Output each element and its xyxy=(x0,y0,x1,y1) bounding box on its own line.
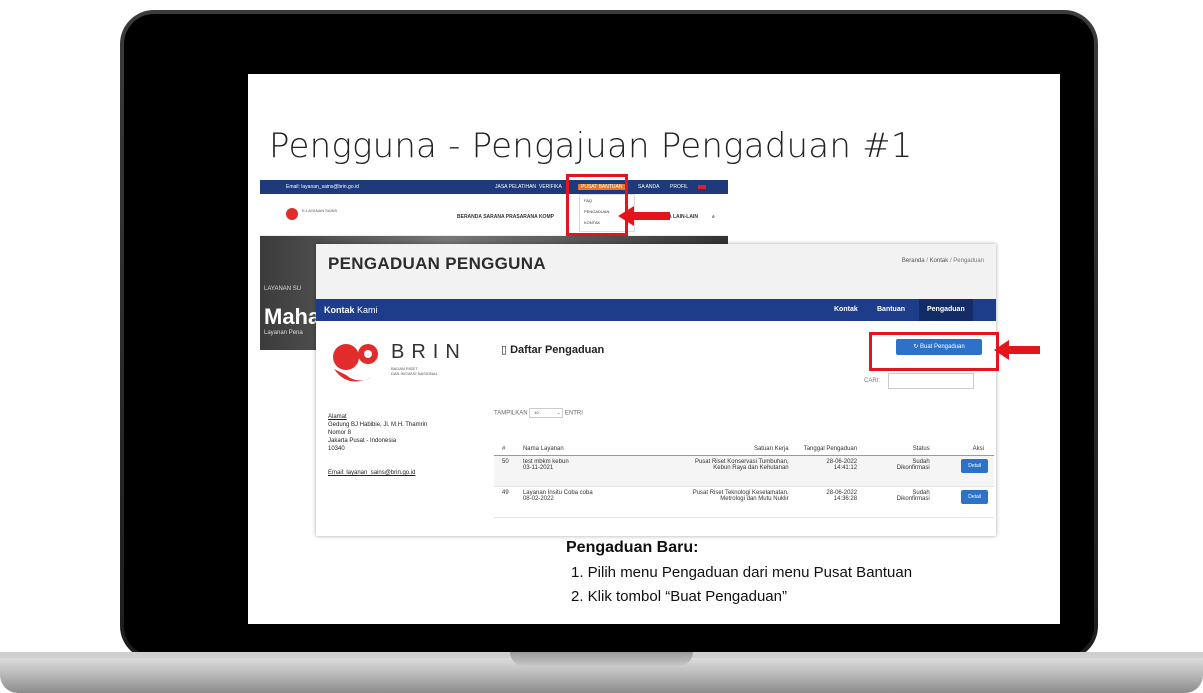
hero-label: LAYANAN SU xyxy=(264,286,302,292)
column-header[interactable]: Tanggal Pengaduan xyxy=(790,427,860,456)
cell-tanggal: 28-06-2022 14:41:12 xyxy=(790,455,860,487)
bluebar-title: Kontak Kami xyxy=(324,305,378,315)
address-line: Gedung BJ Habibie, Jl. M.H. Thamrin xyxy=(328,422,428,428)
table-row: 49 Layanan Insitu Coba coba 08-02-2022 P… xyxy=(494,486,994,518)
list-title-text: Daftar Pengaduan xyxy=(510,344,605,356)
tab-pengaduan[interactable]: Pengaduan xyxy=(919,299,973,321)
clipboard-icon: ▯ xyxy=(501,344,511,356)
cell-satuan: Pusat Riset Konservasi Tumbuhan, Kebun R… xyxy=(635,455,791,487)
cell-nama-date: 03-11-2021 xyxy=(522,464,554,471)
address-block: Alamat Gedung BJ Habibie, Jl. M.H. Thamr… xyxy=(328,413,427,453)
laptop-notch xyxy=(510,652,693,666)
cell-tanggal-time: 14:36:28 xyxy=(833,495,858,502)
cell-satuan-line: Kebun Raya dan Kehutanan xyxy=(713,464,789,471)
flag-icon[interactable] xyxy=(698,185,706,189)
page-header: PENGADUAN PENGGUNA Beranda / Kontak / Pe… xyxy=(316,244,996,299)
column-header[interactable]: Status xyxy=(859,427,932,456)
highlight-box-menu xyxy=(566,174,628,236)
search-icon[interactable]: ⌕ xyxy=(712,214,715,220)
column-header[interactable]: # xyxy=(494,427,521,456)
site-menu-left[interactable]: BERANDA SARANA PRASARANA KOMP xyxy=(457,214,554,220)
table-header-row: # Nama Layanan Satuan Kerja Tanggal Peng… xyxy=(494,427,994,456)
breadcrumb-beranda[interactable]: Beranda xyxy=(902,258,925,264)
instruction-item: 1. Pilih menu Pengaduan dari menu Pusat … xyxy=(571,564,913,581)
cell-satuan-line: Metrologi dan Mutu Nuklir xyxy=(720,495,789,502)
instructions-title: Pengaduan Baru: xyxy=(566,539,699,556)
site-logo-icon xyxy=(286,208,298,220)
site-topbar-item[interactable]: SA ANDA xyxy=(638,184,659,190)
cell-nama: Layanan Insitu Coba coba 08-02-2022 xyxy=(520,486,636,518)
tampilkan-label: TAMPILKAN xyxy=(494,410,528,417)
breadcrumb: Beranda / Kontak / Pengaduan xyxy=(901,258,984,264)
entri-label: ENTRI xyxy=(564,410,583,417)
page-bluebar: Kontak Kami Kontak Bantuan Pengaduan xyxy=(316,299,996,321)
cell-satuan: Pusat Riset Teknologi Keselamatan, Metro… xyxy=(635,486,791,518)
brin-wordmark: BRIN xyxy=(391,341,467,363)
contact-email[interactable]: Email: layanan_sains@brin.go.id xyxy=(328,470,415,476)
cell-aksi: Detail xyxy=(931,486,994,518)
detail-button[interactable]: Detail xyxy=(961,489,988,504)
site-topbar-item[interactable]: JASA PELATIHAN xyxy=(495,184,536,190)
cell-tanggal: 28-06-2022 14:36:28 xyxy=(790,486,860,518)
cell-no: 50 xyxy=(494,455,521,487)
highlight-box-button xyxy=(869,332,999,371)
site-topbar-email: Email: layanan_sains@brin.go.id xyxy=(286,184,359,190)
entries-select[interactable]: 10 ⌄ xyxy=(529,408,564,418)
cell-nama: test mbkm kebun 03-11-2021 xyxy=(520,455,636,487)
address-line: Nomor 8 xyxy=(328,430,352,436)
entries-value: 10 xyxy=(534,410,539,415)
tab-kontak[interactable]: Kontak xyxy=(834,306,858,313)
brin-subtitle-line: DAN INOVASI NASIONAL xyxy=(391,371,438,376)
list-title: ▯ Daftar Pengaduan xyxy=(501,343,604,356)
page-title: PENGADUAN PENGGUNA xyxy=(328,254,546,273)
search-label: CARI: xyxy=(864,378,881,384)
breadcrumb-pengaduan: Pengaduan xyxy=(953,258,984,264)
brin-logo-icon xyxy=(333,344,378,382)
site-topbar-item[interactable]: VERIFIKA xyxy=(539,184,562,190)
breadcrumb-kontak[interactable]: Kontak xyxy=(930,258,949,264)
site-logo-text: E-LAYANAN SAINS xyxy=(302,208,338,213)
slide-title: Pengguna - Pengajuan Pengaduan #1 xyxy=(269,126,913,166)
brin-subtitle: BADAN RISET DAN INOVASI NASIONAL xyxy=(391,366,438,376)
cell-status-line: Dikonfirmasi xyxy=(896,495,930,502)
detail-button[interactable]: Detail xyxy=(961,458,988,473)
instruction-item: 2. Klik tombol “Buat Pengaduan” xyxy=(571,588,787,605)
pengaduan-table: # Nama Layanan Satuan Kerja Tanggal Peng… xyxy=(494,427,994,518)
site-topbar: Email: layanan_sains@brin.go.id JASA PEL… xyxy=(260,180,728,194)
hero-title: Maha xyxy=(264,304,321,329)
cell-tanggal-time: 14:41:12 xyxy=(833,464,858,471)
bluebar-title-bold: Kontak xyxy=(324,305,355,315)
table-row: 50 test mbkm kebun 03-11-2021 Pusat Rise… xyxy=(494,455,994,487)
laptop-base xyxy=(0,652,1203,693)
contact-sidebar: BRIN BADAN RISET DAN INOVASI NASIONAL Al… xyxy=(316,321,486,536)
slide: Pengguna - Pengajuan Pengaduan #1 Email:… xyxy=(248,74,1060,624)
arrow-left-icon xyxy=(618,206,670,226)
cell-status-line: Dikonfirmasi xyxy=(896,464,930,471)
hero-subtitle: Layanan Pena xyxy=(264,330,303,336)
address-line: Jakarta Pusat - Indonesia xyxy=(328,438,397,444)
tab-bantuan[interactable]: Bantuan xyxy=(877,306,905,313)
pengaduan-page: PENGADUAN PENGGUNA Beranda / Kontak / Pe… xyxy=(316,244,996,536)
address-label: Alamat xyxy=(328,414,347,420)
site-topbar-item[interactable]: PROFIL xyxy=(670,184,688,190)
cell-status: Sudah Dikonfirmasi xyxy=(859,455,932,487)
address-line: 10340 xyxy=(328,446,345,452)
arrow-left-icon xyxy=(994,340,1040,360)
entries-control: TAMPILKAN 10 ⌄ ENTRI xyxy=(494,408,583,418)
column-header: Aksi xyxy=(931,427,994,456)
column-header[interactable]: Nama Layanan xyxy=(520,427,636,456)
chevron-down-icon: ⌄ xyxy=(556,410,561,415)
cell-aksi: Detail xyxy=(931,455,994,487)
cell-status: Sudah Dikonfirmasi xyxy=(859,486,932,518)
column-header[interactable]: Satuan Kerja xyxy=(635,427,791,456)
search-input[interactable] xyxy=(888,373,974,389)
bluebar-title-rest: Kami xyxy=(354,305,378,315)
cell-nama-date: 08-02-2022 xyxy=(522,495,554,502)
cell-no: 49 xyxy=(494,486,521,518)
